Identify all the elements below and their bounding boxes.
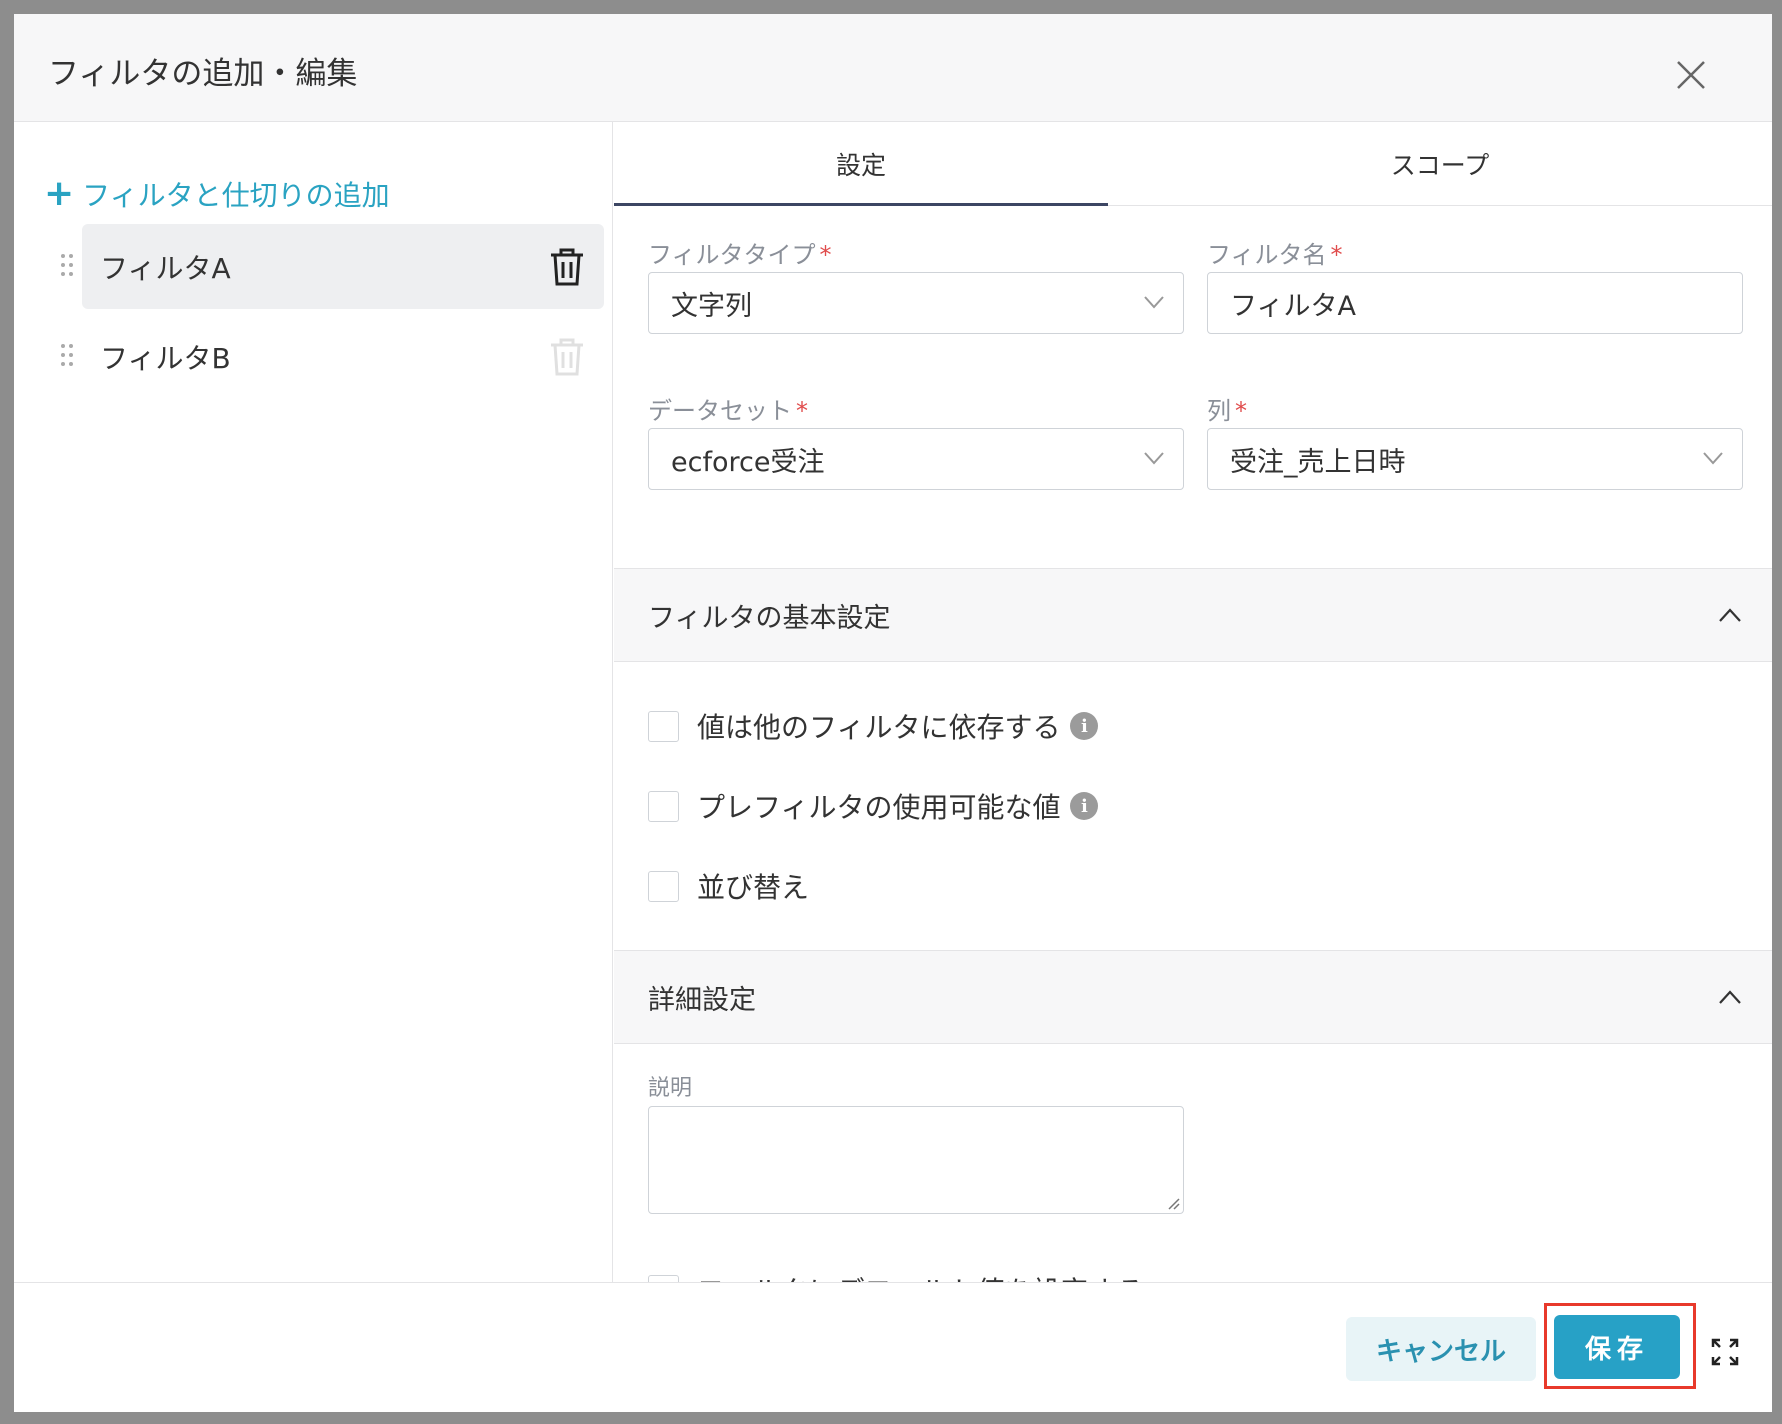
option-sort: 並び替え	[648, 866, 809, 906]
description-label: 説明	[648, 1076, 693, 1101]
option-prefilter-values: プレフィルタの使用可能な値 i	[648, 786, 1099, 826]
basic-settings-header[interactable]: フィルタの基本設定	[614, 568, 1772, 662]
chevron-down-icon	[1703, 452, 1723, 465]
column-select[interactable]: 受注_売上日時	[1207, 428, 1743, 490]
filter-settings-pane: 設定 スコープ フィルタタイプ * 文字列 フィルタ名 * フィルタA データセット…	[614, 122, 1772, 1282]
drag-handle-icon[interactable]	[60, 253, 74, 277]
dataset-value: ecforce受注	[671, 446, 825, 478]
checkbox[interactable]	[648, 710, 679, 742]
trash-icon[interactable]	[548, 336, 586, 378]
column-label: 列 *	[1207, 397, 1247, 425]
active-tab-indicator	[614, 203, 1108, 206]
option-label: 値は他のフィルタに依存する	[697, 711, 1061, 744]
section-title: フィルタの基本設定	[648, 602, 891, 634]
option-label: 並び替え	[697, 871, 810, 904]
info-icon[interactable]: i	[1070, 792, 1099, 820]
expand-icon[interactable]	[1710, 1337, 1740, 1367]
info-icon[interactable]: i	[1070, 712, 1099, 740]
filter-name-label: フィルタ名 *	[1207, 241, 1343, 269]
filter-type-label: フィルタタイプ *	[648, 241, 832, 269]
modal-title: フィルタの追加・編集	[48, 56, 358, 92]
close-icon[interactable]	[1672, 56, 1710, 94]
filter-type-select[interactable]: 文字列	[648, 272, 1184, 334]
chevron-down-icon	[1144, 296, 1164, 309]
filter-list-pane: + フィルタと仕切りの追加 フィルタA フィルタB	[14, 122, 613, 1282]
trash-icon[interactable]	[548, 246, 586, 288]
description-textarea[interactable]	[648, 1106, 1184, 1214]
modal-footer: キャンセル 保存	[14, 1282, 1772, 1412]
filter-list-item-b[interactable]: フィルタB	[82, 314, 604, 399]
checkbox[interactable]	[648, 870, 679, 902]
option-default-value: フィルタにデフォルト値を設定する	[648, 1270, 1144, 1282]
add-filter-link[interactable]: + フィルタと仕切りの追加	[44, 174, 390, 214]
resize-handle-icon[interactable]	[1166, 1196, 1180, 1210]
chevron-up-icon	[1719, 990, 1741, 1004]
option-label: プレフィルタの使用可能な値	[697, 791, 1061, 824]
filter-name-input[interactable]: フィルタA	[1207, 272, 1743, 334]
option-depends-on-other: 値は他のフィルタに依存する i	[648, 706, 1099, 746]
tab-settings[interactable]: 設定	[614, 122, 1108, 206]
checkbox[interactable]	[648, 1274, 679, 1282]
filter-name-value: フィルタA	[1230, 290, 1356, 322]
plus-icon: +	[44, 173, 75, 214]
modal-header: フィルタの追加・編集	[14, 14, 1772, 122]
tab-scope[interactable]: スコープ	[1108, 122, 1772, 206]
chevron-up-icon	[1719, 608, 1741, 622]
section-title: 詳細設定	[648, 984, 756, 1016]
cancel-button[interactable]: キャンセル	[1346, 1317, 1536, 1381]
option-label: フィルタにデフォルト値を設定する	[697, 1270, 1144, 1282]
filter-item-label: フィルタA	[100, 251, 231, 285]
detail-settings-header[interactable]: 詳細設定	[614, 950, 1772, 1044]
filter-item-label: フィルタB	[100, 341, 231, 375]
filter-type-value: 文字列	[671, 290, 752, 322]
dataset-select[interactable]: ecforce受注	[648, 428, 1184, 490]
drag-handle-icon[interactable]	[60, 343, 74, 367]
checkbox[interactable]	[648, 790, 679, 822]
add-filter-label: フィルタと仕切りの追加	[82, 179, 390, 212]
filter-edit-modal: フィルタの追加・編集 + フィルタと仕切りの追加 フィルタA フィルタB 設定 …	[14, 14, 1772, 1412]
dataset-label: データセット *	[648, 397, 808, 425]
column-value: 受注_売上日時	[1230, 446, 1406, 478]
tab-bar: 設定 スコープ	[614, 122, 1772, 206]
save-button[interactable]: 保存	[1554, 1315, 1680, 1379]
filter-list-item-a[interactable]: フィルタA	[82, 224, 604, 309]
chevron-down-icon	[1144, 452, 1164, 465]
